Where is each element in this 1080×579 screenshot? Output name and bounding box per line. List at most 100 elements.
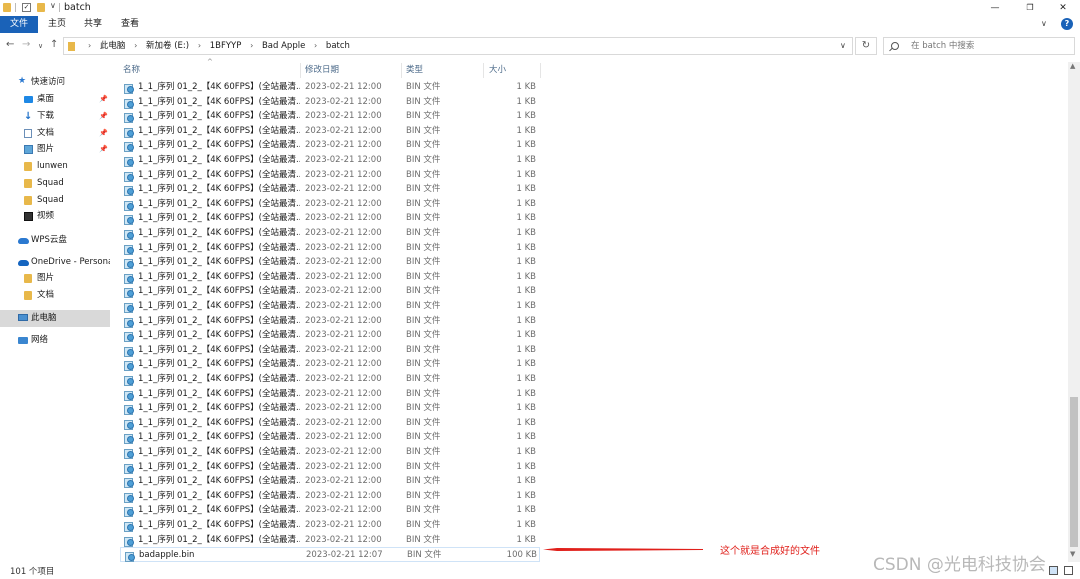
large-icons-view-icon[interactable] [1064, 566, 1073, 575]
table-row[interactable]: 1_1_序列 01_2_【4K 60FPS】(全站最清... 2023-02-21… [120, 80, 540, 95]
forward-arrow-icon[interactable]: → [22, 39, 30, 50]
sidebar-item[interactable]: WPS云盘 [0, 232, 110, 249]
table-row[interactable]: 1_1_序列 01_2_【4K 60FPS】(全站最清... 2023-02-21… [120, 124, 540, 139]
table-row[interactable]: 1_1_序列 01_2_【4K 60FPS】(全站最清... 2023-02-21… [120, 95, 540, 110]
table-row[interactable]: 1_1_序列 01_2_【4K 60FPS】(全站最清... 2023-02-21… [120, 489, 540, 504]
breadcrumb-separator[interactable]: › [88, 38, 91, 54]
breadcrumb-separator[interactable]: › [250, 38, 253, 54]
sidebar-item[interactable]: 视频 [0, 208, 110, 225]
table-row[interactable]: 1_1_序列 01_2_【4K 60FPS】(全站最清... 2023-02-21… [120, 445, 540, 460]
column-divider[interactable] [401, 63, 402, 78]
file-name: 1_1_序列 01_2_【4K 60FPS】(全站最清... [138, 198, 300, 209]
table-row[interactable]: 1_1_序列 01_2_【4K 60FPS】(全站最清... 2023-02-21… [120, 372, 540, 387]
table-row[interactable]: 1_1_序列 01_2_【4K 60FPS】(全站最清... 2023-02-21… [120, 226, 540, 241]
breadcrumb-separator[interactable]: › [134, 38, 137, 54]
breadcrumb-separator[interactable]: › [198, 38, 201, 54]
table-row[interactable]: 1_1_序列 01_2_【4K 60FPS】(全站最清... 2023-02-21… [120, 241, 540, 256]
table-row[interactable]: 1_1_序列 01_2_【4K 60FPS】(全站最清... 2023-02-21… [120, 314, 540, 329]
bin-file-icon [124, 156, 134, 167]
sidebar-item[interactable]: ↓ 下载 📌 [0, 108, 110, 125]
address-history-chevron-icon[interactable]: ∨ [840, 41, 846, 50]
sidebar-item[interactable]: OneDrive - Persona [0, 254, 110, 271]
sidebar-item[interactable]: 文档 📌 [0, 125, 110, 142]
table-row[interactable]: 1_1_序列 01_2_【4K 60FPS】(全站最清... 2023-02-21… [120, 138, 540, 153]
close-button[interactable]: ✕ [1055, 1, 1071, 15]
navigation-pane: ★ 快速访问 桌面 📌 ↓ 下载 📌 文档 📌 图片 📌 lunwen Squad Squad 视频 WPS云… [0, 62, 110, 562]
table-row[interactable]: 1_1_序列 01_2_【4K 60FPS】(全站最清... 2023-02-21… [120, 474, 540, 489]
tab-share[interactable]: 共享 [80, 16, 106, 33]
sidebar-item[interactable]: 图片 📌 [0, 141, 110, 158]
table-row[interactable]: 1_1_序列 01_2_【4K 60FPS】(全站最清... 2023-02-21… [120, 401, 540, 416]
column-header-type[interactable]: 类型 [406, 63, 423, 78]
new-folder-icon[interactable] [37, 3, 45, 12]
table-row[interactable]: 1_1_序列 01_2_【4K 60FPS】(全站最清... 2023-02-21… [120, 518, 540, 533]
customize-toolbar-dropdown-icon[interactable]: ∨ [50, 1, 56, 10]
sidebar-item[interactable]: 图片 [0, 270, 110, 287]
table-row[interactable]: 1_1_序列 01_2_【4K 60FPS】(全站最清... 2023-02-21… [120, 460, 540, 475]
table-row[interactable]: 1_1_序列 01_2_【4K 60FPS】(全站最清... 2023-02-21… [120, 255, 540, 270]
sidebar-item[interactable]: Squad [0, 175, 110, 192]
minimize-button[interactable]: — [987, 1, 1003, 15]
table-row[interactable]: 1_1_序列 01_2_【4K 60FPS】(全站最清... 2023-02-21… [120, 416, 540, 431]
column-divider[interactable] [540, 63, 541, 78]
help-icon[interactable]: ? [1061, 18, 1073, 30]
search-input[interactable]: 在 batch 中搜索 [883, 37, 1075, 55]
tab-file[interactable]: 文件 [0, 16, 38, 33]
address-bar[interactable]: › 此电脑 › 新加卷 (E:) › 1BFYYP › Bad Apple › … [63, 37, 853, 55]
breadcrumb-bad-apple[interactable]: Bad Apple [262, 38, 305, 54]
scrollbar-thumb[interactable] [1070, 397, 1078, 547]
folder-icon[interactable] [3, 3, 11, 12]
table-row[interactable]: 1_1_序列 01_2_【4K 60FPS】(全站最清... 2023-02-21… [120, 270, 540, 285]
breadcrumb-separator[interactable]: › [314, 38, 317, 54]
folder-icon [68, 42, 75, 51]
expand-ribbon-chevron-icon[interactable]: ∨ [1041, 19, 1047, 28]
sidebar-item[interactable]: lunwen [0, 158, 110, 175]
breadcrumb-this-pc[interactable]: 此电脑 [100, 38, 126, 54]
table-row[interactable]: 1_1_序列 01_2_【4K 60FPS】(全站最清... 2023-02-21… [120, 533, 540, 548]
table-row[interactable]: 1_1_序列 01_2_【4K 60FPS】(全站最清... 2023-02-21… [120, 182, 540, 197]
recent-locations-chevron-icon[interactable]: ∨ [38, 42, 43, 50]
column-header-size[interactable]: 大小 [489, 63, 506, 78]
file-name: 1_1_序列 01_2_【4K 60FPS】(全站最清... [138, 257, 300, 268]
refresh-icon[interactable]: ↻ [855, 37, 877, 55]
table-row[interactable]: 1_1_序列 01_2_【4K 60FPS】(全站最清... 2023-02-21… [120, 168, 540, 183]
breadcrumb-1bfyyp[interactable]: 1BFYYP [210, 38, 242, 54]
breadcrumb-batch[interactable]: batch [326, 38, 350, 54]
sidebar-item[interactable]: 文档 [0, 287, 110, 304]
file-size: 1 KB [516, 315, 536, 326]
column-divider[interactable] [483, 63, 484, 78]
table-row[interactable]: 1_1_序列 01_2_【4K 60FPS】(全站最清... 2023-02-21… [120, 109, 540, 124]
sidebar-item[interactable]: 网络 [0, 332, 110, 349]
column-divider[interactable] [300, 63, 301, 78]
column-header-name[interactable]: 名称 [123, 63, 140, 78]
sidebar-item[interactable]: 此电脑 [0, 310, 110, 327]
table-row[interactable]: 1_1_序列 01_2_【4K 60FPS】(全站最清... 2023-02-21… [120, 284, 540, 299]
tab-view[interactable]: 查看 [116, 16, 144, 33]
sidebar-item[interactable]: Squad [0, 192, 110, 209]
up-arrow-icon[interactable]: ↑ [50, 39, 58, 50]
tab-home[interactable]: 主页 [44, 16, 70, 33]
table-row[interactable]: 1_1_序列 01_2_【4K 60FPS】(全站最清... 2023-02-21… [120, 387, 540, 402]
table-row[interactable]: 1_1_序列 01_2_【4K 60FPS】(全站最清... 2023-02-21… [120, 357, 540, 372]
sidebar-item[interactable]: ★ 快速访问 [0, 74, 110, 91]
maximize-button[interactable]: ❐ [1022, 1, 1038, 15]
back-arrow-icon[interactable]: ← [6, 39, 14, 50]
table-row[interactable]: badapple.bin 2023-02-21 12:07 BIN 文件 100 KB [120, 547, 540, 563]
table-row[interactable]: 1_1_序列 01_2_【4K 60FPS】(全站最清... 2023-02-21… [120, 328, 540, 343]
file-type: BIN 文件 [406, 447, 441, 457]
table-row[interactable]: 1_1_序列 01_2_【4K 60FPS】(全站最清... 2023-02-21… [120, 343, 540, 358]
details-view-icon[interactable] [1049, 566, 1058, 575]
column-header-date[interactable]: 修改日期 [305, 63, 339, 78]
table-row[interactable]: 1_1_序列 01_2_【4K 60FPS】(全站最清... 2023-02-21… [120, 503, 540, 518]
table-row[interactable]: 1_1_序列 01_2_【4K 60FPS】(全站最清... 2023-02-21… [120, 299, 540, 314]
table-row[interactable]: 1_1_序列 01_2_【4K 60FPS】(全站最清... 2023-02-21… [120, 430, 540, 445]
scroll-down-icon[interactable]: ▼ [1070, 550, 1075, 558]
vertical-scrollbar[interactable]: ▲ ▼ [1068, 62, 1080, 562]
breadcrumb-volume-e[interactable]: 新加卷 (E:) [146, 38, 189, 54]
sidebar-item[interactable]: 桌面 📌 [0, 91, 110, 108]
table-row[interactable]: 1_1_序列 01_2_【4K 60FPS】(全站最清... 2023-02-21… [120, 153, 540, 168]
table-row[interactable]: 1_1_序列 01_2_【4K 60FPS】(全站最清... 2023-02-21… [120, 211, 540, 226]
properties-check-icon[interactable]: ✓ [22, 3, 31, 12]
scroll-up-icon[interactable]: ▲ [1070, 62, 1075, 70]
table-row[interactable]: 1_1_序列 01_2_【4K 60FPS】(全站最清... 2023-02-21… [120, 197, 540, 212]
